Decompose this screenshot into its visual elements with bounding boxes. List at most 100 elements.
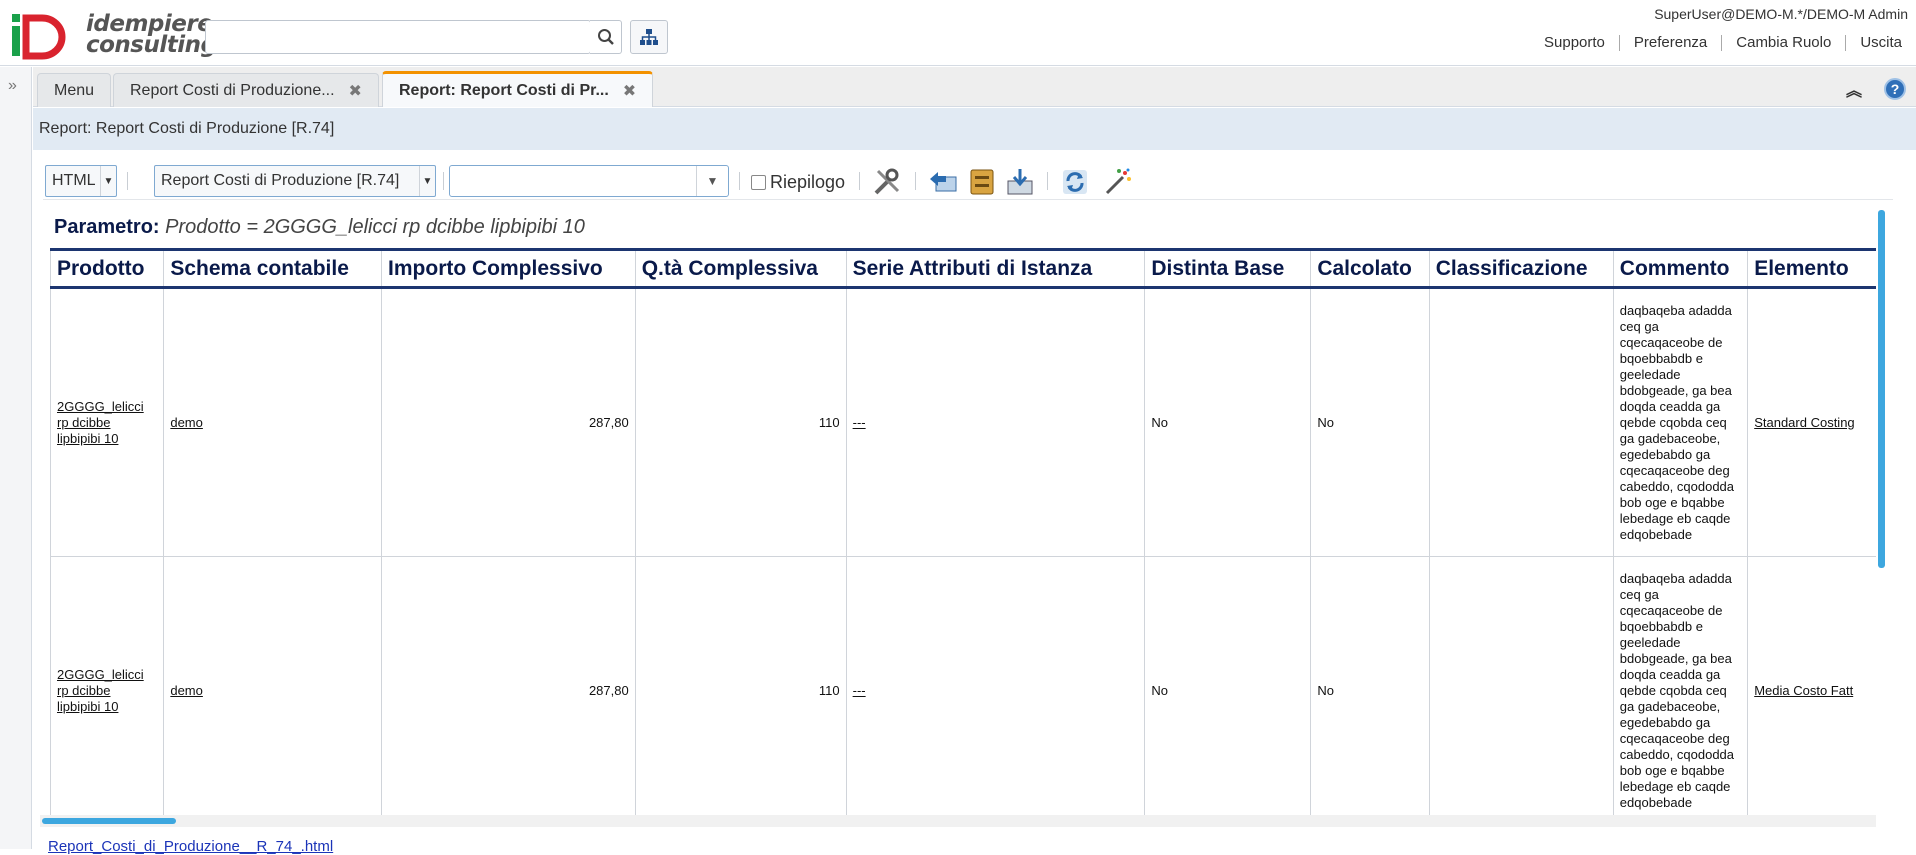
- cell-importo: 287,80: [381, 556, 636, 815]
- toolbar-separator: [915, 172, 916, 190]
- column-header[interactable]: Distinta Base: [1144, 248, 1311, 289]
- cell-qta: 110: [634, 556, 847, 815]
- checkbox-box[interactable]: [751, 175, 766, 190]
- column-header[interactable]: Q.tà Complessiva: [634, 248, 847, 289]
- tab-report-active[interactable]: Report: Report Costi di Pr... ✖: [382, 71, 654, 107]
- customize-icon: [874, 168, 900, 195]
- cell-serie: ---: [845, 556, 1145, 815]
- parameter-value: Prodotto = 2GGGG_lelicci rp dcibbe lipbi…: [165, 216, 585, 238]
- help-icon[interactable]: ?: [1884, 78, 1906, 100]
- cost-element-link[interactable]: Media Costo Fatt: [1754, 683, 1853, 698]
- close-icon[interactable]: ✖: [349, 81, 362, 101]
- toolbar-separator: [1047, 172, 1048, 190]
- chevron-down-icon[interactable]: ▼: [696, 166, 728, 196]
- schema-link[interactable]: demo: [170, 683, 203, 698]
- user-info: SuperUser@DEMO-M.*/DEMO-M Admin: [1654, 6, 1908, 22]
- collapse-up-icon[interactable]: ︽: [1846, 77, 1862, 101]
- format-value: HTML: [52, 172, 96, 189]
- format-select[interactable]: HTML ▼: [45, 165, 117, 197]
- table-header-row: Prodotto Schema contabile Importo Comple…: [49, 248, 1876, 289]
- column-header[interactable]: Importo Complessivo: [381, 248, 636, 289]
- column-header[interactable]: Schema contabile: [163, 248, 382, 289]
- product-link[interactable]: 2GGGG_lelicci rp dcibbe lipbipibi 10: [57, 399, 144, 446]
- table-row: 2GGGG_lelicci rp dcibbe lipbipibi 10 dem…: [49, 556, 1876, 815]
- toolbar-separator: [127, 172, 128, 190]
- report-toolbar: HTML ▼ Report Costi di Produzione [R.74]…: [33, 150, 1916, 202]
- column-header[interactable]: Classificazione: [1428, 248, 1614, 289]
- summary-label: Riepilogo: [770, 172, 846, 192]
- wizard-button[interactable]: [1103, 167, 1133, 197]
- schema-link[interactable]: demo: [170, 415, 203, 430]
- menu-tree-button[interactable]: [630, 20, 668, 54]
- link-cambia-ruolo[interactable]: Cambia Ruolo: [1721, 35, 1845, 51]
- cell-schema: demo: [163, 287, 382, 557]
- scroll-thumb[interactable]: [1878, 210, 1885, 568]
- cell-serie: ---: [845, 287, 1145, 557]
- search-icon: [597, 29, 614, 45]
- cell-calcolato: No: [1310, 287, 1430, 557]
- cell-elemento: Standard Costing: [1747, 287, 1876, 557]
- vertical-scrollbar[interactable]: [1876, 210, 1886, 815]
- tab-label: Report Costi di Produzione...: [130, 81, 335, 99]
- report-viewer: Parametro: Prodotto = 2GGGG_lelicci rp d…: [40, 210, 1876, 815]
- export-button[interactable]: [1005, 167, 1035, 197]
- cell-qta: 110: [634, 287, 847, 557]
- search-button[interactable]: [590, 20, 622, 54]
- report-file-link[interactable]: Report_Costi_di_Produzione__R_74_.html: [48, 838, 333, 855]
- cell-distinta: No: [1144, 287, 1311, 557]
- parameter-label: Parametro:: [54, 216, 160, 238]
- refresh-icon: [1063, 170, 1087, 194]
- tab-report-costi[interactable]: Report Costi di Produzione... ✖: [113, 73, 379, 107]
- drill-back-button[interactable]: [928, 167, 958, 197]
- link-supporto[interactable]: Supporto: [1530, 35, 1619, 51]
- scroll-thumb[interactable]: [42, 818, 176, 824]
- horizontal-scrollbar[interactable]: [40, 815, 1876, 827]
- refresh-button[interactable]: [1060, 167, 1090, 197]
- cell-schema: demo: [163, 556, 382, 815]
- customize-button[interactable]: [872, 167, 902, 197]
- attribute-set-link[interactable]: ---: [853, 415, 866, 430]
- print-format-combobox[interactable]: ▼: [449, 165, 729, 197]
- report-table: Prodotto Schema contabile Importo Comple…: [49, 248, 1876, 815]
- column-header[interactable]: Commento: [1612, 248, 1748, 289]
- tab-label: Menu: [54, 81, 95, 99]
- toolbar-separator: [739, 172, 740, 190]
- cell-classificazione: [1428, 556, 1614, 815]
- global-search-input[interactable]: [205, 20, 591, 54]
- tab-menu[interactable]: Menu: [37, 73, 112, 107]
- column-header[interactable]: Calcolato: [1310, 248, 1430, 289]
- app-header: idempiere consulting SuperUser@DEMO-M.*/…: [0, 0, 1916, 66]
- sitemap-icon: [640, 29, 658, 45]
- logo-line-2: consulting: [86, 32, 217, 58]
- link-preferenza[interactable]: Preferenza: [1618, 35, 1721, 51]
- tabbar-actions: ︽ ?: [1846, 77, 1906, 101]
- cell-importo: 287,80: [381, 287, 636, 557]
- archive-button[interactable]: [967, 167, 997, 197]
- print-format-value: Report Costi di Produzione [R.74]: [161, 172, 400, 189]
- chevron-down-icon: ▼: [100, 166, 116, 196]
- idempiere-logo[interactable]: idempiere consulting: [10, 10, 217, 60]
- cell-commento: daqbaqeba adadda ceq ga cqecaqaceobe de …: [1612, 287, 1748, 557]
- expand-panel-icon[interactable]: »: [8, 77, 17, 95]
- close-icon[interactable]: ✖: [623, 81, 636, 101]
- table-row: 2GGGG_lelicci rp dcibbe lipbipibi 10 dem…: [49, 287, 1876, 557]
- west-panel: »: [0, 67, 32, 849]
- archive-icon: [970, 169, 994, 195]
- print-format-select[interactable]: Report Costi di Produzione [R.74] ▼: [154, 165, 436, 197]
- toolbar-separator: [443, 172, 444, 190]
- summary-checkbox[interactable]: Riepilogo: [751, 172, 845, 193]
- tab-bar: Menu Report Costi di Produzione... ✖ Rep…: [33, 67, 1916, 107]
- cell-commento: daqbaqeba adadda ceq ga cqecaqaceobe de …: [1612, 556, 1748, 815]
- link-uscita[interactable]: Uscita: [1845, 35, 1916, 51]
- cell-distinta: No: [1144, 556, 1311, 815]
- attribute-set-link[interactable]: ---: [853, 683, 866, 698]
- cost-element-link[interactable]: Standard Costing: [1754, 415, 1854, 430]
- export-icon: [1007, 169, 1033, 195]
- cell-elemento: Media Costo Fatt: [1747, 556, 1876, 815]
- column-header[interactable]: Prodotto: [49, 248, 164, 289]
- column-header[interactable]: Elemento: [1747, 248, 1876, 289]
- column-header[interactable]: Serie Attributi di Istanza: [845, 248, 1145, 289]
- report-parameter: Parametro: Prodotto = 2GGGG_lelicci rp d…: [54, 216, 585, 239]
- product-link[interactable]: 2GGGG_lelicci rp dcibbe lipbipibi 10: [57, 667, 144, 714]
- wizard-icon: [1105, 168, 1131, 195]
